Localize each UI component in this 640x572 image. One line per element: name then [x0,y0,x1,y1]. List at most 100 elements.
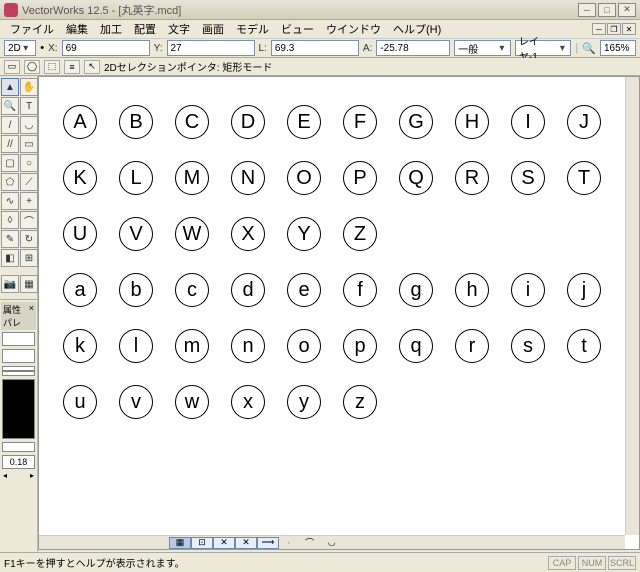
l-input[interactable] [271,40,359,56]
circle-upper-T[interactable]: T [567,161,601,195]
circle-lower-s[interactable]: s [511,329,545,363]
polygon-tool[interactable]: ⬠ [1,173,19,191]
circle-lower-r[interactable]: r [455,329,489,363]
y-input[interactable] [167,40,255,56]
circle-lower-c[interactable]: c [175,273,209,307]
close-button[interactable]: ✕ [618,3,636,17]
drawing-canvas[interactable]: ABCDEFGHIJKLMNOPQRSTUVWXYZabcdefghijklmn… [49,87,625,535]
pan-tool[interactable]: ✋ [20,78,38,96]
menu-place[interactable]: 配置 [128,21,162,37]
circle-upper-E[interactable]: E [287,105,321,139]
arc-tool[interactable]: ◡ [20,116,38,134]
menu-view[interactable]: ビュー [275,21,320,37]
toolopt-point[interactable]: ≡ [64,60,80,74]
rect-tool[interactable]: ▭ [20,135,38,153]
maximize-button[interactable]: □ [598,3,616,17]
circle-lower-z[interactable]: z [343,385,377,419]
circle-upper-I[interactable]: I [511,105,545,139]
toolopt-cursor[interactable]: ↖ [84,60,100,74]
circle-lower-h[interactable]: h [455,273,489,307]
menu-help[interactable]: ヘルプ(H) [387,21,447,37]
circle-lower-j[interactable]: j [567,273,601,307]
circle-upper-D[interactable]: D [231,105,265,139]
circle-lower-d[interactable]: d [231,273,265,307]
vertical-scrollbar[interactable] [625,77,639,535]
circle-upper-S[interactable]: S [511,161,545,195]
circle-lower-x[interactable]: x [231,385,265,419]
circle-upper-F[interactable]: F [343,105,377,139]
double-line-tool[interactable]: // [1,135,19,153]
snap-tangent-button[interactable]: ⌒ [299,537,321,549]
camera-tool[interactable]: 📷 [1,275,19,293]
line-weight-swatch[interactable] [2,442,35,452]
menu-process[interactable]: 加工 [94,21,128,37]
mode-select[interactable]: 2D▾ [4,40,36,56]
circle-lower-w[interactable]: w [175,385,209,419]
circle-lower-o[interactable]: o [287,329,321,363]
toolopt-rect[interactable]: ▭ [4,60,20,74]
line-weight-value[interactable]: 0.18 [2,455,35,469]
polyline-tool[interactable]: ⟋ [20,173,38,191]
selection-tool[interactable]: ▲ [1,78,19,96]
circle-upper-B[interactable]: B [119,105,153,139]
zoom-input[interactable] [600,40,636,56]
line-style-swatch[interactable] [2,366,35,376]
circle-upper-V[interactable]: V [119,217,153,251]
circle-lower-m[interactable]: m [175,329,209,363]
circle-lower-i[interactable]: i [511,273,545,307]
toolopt-poly[interactable]: ⬚ [44,60,60,74]
pen-swatch[interactable] [2,379,35,439]
class-select[interactable]: 一般▾ [454,40,511,56]
circle-lower-u[interactable]: u [63,385,97,419]
circle-upper-J[interactable]: J [567,105,601,139]
circle-lower-p[interactable]: p [343,329,377,363]
menu-screen[interactable]: 画面 [196,21,230,37]
circle-upper-R[interactable]: R [455,161,489,195]
attr-close-button[interactable]: × [29,303,34,329]
circle-lower-l[interactable]: l [119,329,153,363]
circle-upper-Q[interactable]: Q [399,161,433,195]
marker-start[interactable]: ◂ [3,471,7,480]
render-tool[interactable]: ▦ [20,275,38,293]
circle-lower-e[interactable]: e [287,273,321,307]
circle-lower-t[interactable]: t [567,329,601,363]
circle-upper-L[interactable]: L [119,161,153,195]
snap-grid-button[interactable]: ▦ [169,537,191,549]
layer-select[interactable]: レイヤ-1▾ [515,40,572,56]
rounded-rect-tool[interactable]: ▢ [1,154,19,172]
circle-upper-X[interactable]: X [231,217,265,251]
circle-upper-K[interactable]: K [63,161,97,195]
circle-upper-U[interactable]: U [63,217,97,251]
menu-model[interactable]: モデル [230,21,275,37]
mdi-minimize-button[interactable]: ─ [592,23,606,35]
circle-upper-H[interactable]: H [455,105,489,139]
circle-upper-N[interactable]: N [231,161,265,195]
circle-lower-f[interactable]: f [343,273,377,307]
zoom-tool[interactable]: 🔍 [1,97,19,115]
minimize-button[interactable]: ─ [578,3,596,17]
search-icon[interactable]: 🔍 [582,42,596,55]
menu-text[interactable]: 文字 [162,21,196,37]
fill-pattern-swatch[interactable] [2,349,35,363]
mdi-close-button[interactable]: ✕ [622,23,636,35]
circle-lower-a[interactable]: a [63,273,97,307]
circle-upper-Z[interactable]: Z [343,217,377,251]
circle-upper-M[interactable]: M [175,161,209,195]
circle-upper-W[interactable]: W [175,217,209,251]
circle-lower-y[interactable]: y [287,385,321,419]
menu-edit[interactable]: 編集 [60,21,94,37]
symbol-tool[interactable]: ⊞ [20,249,38,267]
rotate-tool[interactable]: ↻ [20,230,38,248]
circle-lower-v[interactable]: v [119,385,153,419]
marker-end[interactable]: ▸ [30,471,34,480]
circle-upper-Y[interactable]: Y [287,217,321,251]
reshape-tool[interactable]: ◊ [1,211,19,229]
locus-tool[interactable]: + [20,192,38,210]
menu-window[interactable]: ウインドウ [320,21,387,37]
horizontal-scrollbar[interactable]: ▦ ⊡ ✕ ✕ ⟶ · ⌒ ◡ [39,535,625,549]
circle-upper-C[interactable]: C [175,105,209,139]
snap-angle-button[interactable]: ✕ [235,537,257,549]
freehand-tool[interactable]: ∿ [1,192,19,210]
snap-intersect-button[interactable]: ✕ [213,537,235,549]
circle-lower-g[interactable]: g [399,273,433,307]
